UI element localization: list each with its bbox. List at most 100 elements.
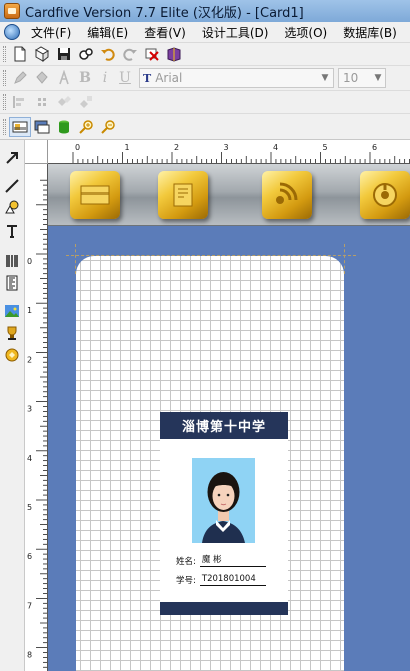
card-button[interactable] [70, 171, 120, 219]
toolbar-grip[interactable] [3, 118, 6, 135]
pen-tool-button[interactable] [9, 68, 31, 88]
ruler-label: 0 [75, 143, 80, 152]
grid-button[interactable] [31, 92, 53, 112]
student-photo[interactable] [192, 458, 255, 543]
student-id-value: T201801004 [199, 574, 266, 586]
menu-view[interactable]: 查看(V) [136, 24, 194, 41]
delete-button[interactable] [141, 44, 163, 64]
standard-toolbar [0, 43, 410, 66]
font-name-select[interactable]: T Arial ▼ [139, 68, 334, 88]
photo-tool[interactable] [3, 324, 21, 342]
bucket-icon [36, 71, 48, 84]
ruler-label: 1 [27, 306, 32, 315]
menu-design-tools[interactable]: 设计工具(D) [194, 24, 277, 41]
quick-action-bar [48, 164, 410, 226]
font-color-button[interactable] [53, 68, 75, 88]
bold-button[interactable]: B [75, 70, 95, 86]
book-button[interactable] [163, 44, 185, 64]
vertical-ruler: 0 1 2 3 4 5 6 7 8 [25, 164, 48, 671]
ruler-label: 6 [372, 143, 377, 152]
redo-icon [123, 48, 137, 61]
underline-button[interactable]: U [115, 70, 135, 86]
font-size-value: 10 [343, 71, 359, 85]
fill-button[interactable] [31, 68, 53, 88]
card-grid-area[interactable]: 淄博第十中学 姓名: 魔 彬 学号: T201801004 [76, 256, 344, 671]
ruler-label: 6 [27, 552, 32, 561]
format-toolbar: B i U T Arial ▼ 10 ▼ [0, 66, 410, 91]
disc-button[interactable] [360, 171, 410, 219]
grid-icon [38, 98, 46, 106]
pen-icon [14, 71, 27, 84]
toolbar-grip[interactable] [3, 94, 6, 110]
ruler-label: 5 [27, 503, 32, 512]
id-card[interactable]: 淄博第十中学 姓名: 魔 彬 学号: T201801004 [160, 412, 288, 615]
portrait-image [192, 458, 255, 543]
open-icon [35, 46, 49, 62]
align-toolbar [0, 91, 410, 114]
ruler-label: 3 [27, 405, 32, 414]
card-front-button[interactable] [9, 116, 31, 137]
barcode-tool[interactable] [3, 252, 21, 270]
zoom-in-button[interactable] [75, 117, 97, 137]
zoom-out-icon [101, 119, 115, 134]
template-button[interactable] [158, 171, 208, 219]
ruler-label: 4 [27, 454, 32, 463]
image-tool[interactable] [3, 302, 21, 320]
name-field[interactable]: 姓名: 魔 彬 [176, 555, 266, 567]
new-button[interactable] [9, 44, 31, 64]
design-canvas[interactable]: 淄博第十中学 姓名: 魔 彬 学号: T201801004 [48, 226, 410, 671]
italic-button[interactable]: i [95, 70, 115, 86]
line-tool[interactable] [3, 177, 21, 195]
chevron-down-icon[interactable]: ▼ [317, 69, 333, 87]
ruler-label: 5 [323, 143, 328, 152]
signal-button[interactable] [262, 171, 312, 219]
undo-icon [101, 48, 115, 61]
name-label: 姓名: [176, 557, 196, 567]
align-left-icon [13, 96, 24, 108]
database-button[interactable] [53, 117, 75, 137]
text-tool[interactable] [3, 222, 21, 240]
chevron-down-icon[interactable]: ▼ [371, 69, 385, 87]
card-back-button[interactable] [31, 117, 53, 137]
open-button[interactable] [31, 44, 53, 64]
menu-edit[interactable]: 编辑(E) [79, 24, 136, 41]
window-title: Cardfive Version 7.7 Elite (汉化版) - [Card… [25, 5, 304, 21]
school-name[interactable]: 淄博第十中学 [160, 412, 288, 439]
toolbar-grip[interactable] [3, 70, 6, 86]
group-icon [58, 96, 71, 106]
zoom-in-icon [79, 119, 93, 134]
menu-options[interactable]: 选项(O) [276, 24, 335, 41]
toolbar-grip[interactable] [3, 46, 6, 62]
ungroup-button[interactable] [75, 92, 97, 112]
ruler-label: 7 [27, 601, 32, 610]
arrow-pointer-icon [6, 152, 18, 164]
menu-database[interactable]: 数据库(B) [335, 24, 405, 41]
card-footer-band [160, 602, 288, 615]
print-preview-button[interactable] [75, 44, 97, 64]
card-icon [80, 185, 110, 205]
zoom-out-button[interactable] [97, 117, 119, 137]
menu-file[interactable]: 文件(F) [23, 24, 79, 41]
ruler-label: 2 [27, 355, 32, 364]
preview-icon [79, 48, 93, 60]
student-id-field[interactable]: 学号: T201801004 [176, 574, 266, 586]
redo-button[interactable] [119, 44, 141, 64]
undo-button[interactable] [97, 44, 119, 64]
font-name-value: Arial [155, 71, 183, 85]
ruler-label: 2 [174, 143, 179, 152]
book-icon [167, 47, 181, 62]
object-tool-palette [0, 140, 25, 671]
align-left-button[interactable] [9, 92, 31, 112]
name-value: 魔 彬 [199, 555, 266, 567]
select-tool[interactable] [3, 149, 21, 167]
magstripe-tool[interactable] [3, 346, 21, 364]
font-size-select[interactable]: 10 ▼ [338, 68, 386, 88]
save-button[interactable] [53, 44, 75, 64]
ungroup-icon [80, 96, 92, 108]
system-menu-icon[interactable] [4, 24, 20, 40]
new-document-icon [14, 46, 26, 62]
shape-tool[interactable] [3, 198, 21, 216]
2d-barcode-tool[interactable] [3, 274, 21, 292]
ruler-label: 0 [27, 257, 32, 266]
group-button[interactable] [53, 92, 75, 112]
